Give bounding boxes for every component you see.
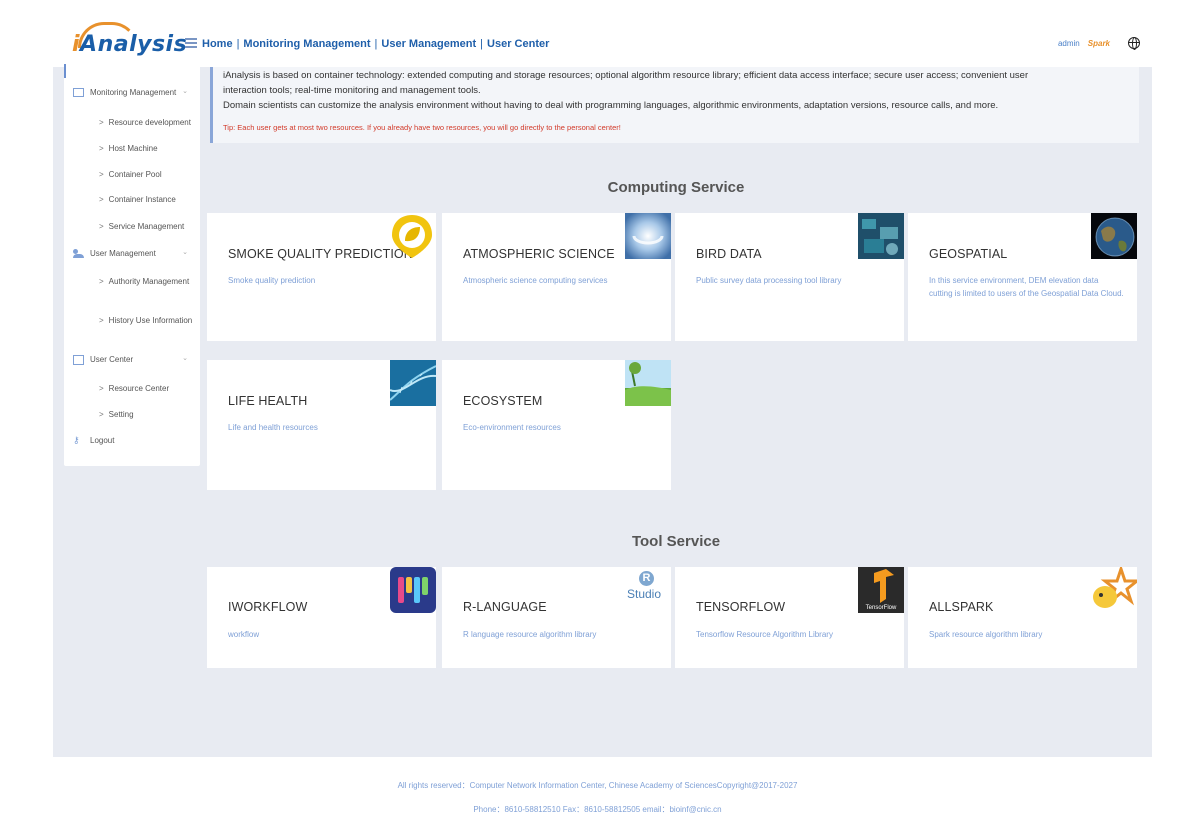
card-title: IWORKFLOW — [228, 600, 308, 614]
footer: All rights reserved：Computer Network Inf… — [0, 774, 1195, 822]
intro-tip: Tip: Each user gets at most two resource… — [223, 123, 621, 132]
sidebar-item-resource-center[interactable]: > Resource Center — [99, 382, 195, 395]
chevron-down-icon: ⌄ — [182, 249, 188, 256]
card-desc: Public survey data processing tool libra… — [696, 276, 842, 285]
service-card-ecosystem[interactable]: ECOSYSTEM Eco-environment resources — [442, 360, 671, 490]
card-title: LIFE HEALTH — [228, 394, 308, 408]
sidebar-item-history-use-information[interactable]: > History Use Information — [99, 314, 195, 327]
section-title-computing: Computing Service — [607, 179, 745, 196]
chevron-down-icon: ⌄ — [182, 355, 188, 362]
ianalysis-logo[interactable]: iAnalysis — [72, 22, 187, 66]
sidebar-item-setting[interactable]: > Setting — [99, 408, 195, 421]
rstudio-logo: R Studio — [625, 567, 671, 611]
card-title: ATMOSPHERIC SCIENCE — [463, 247, 615, 261]
card-desc: Smoke quality prediction — [228, 276, 316, 285]
nav-home[interactable]: Home — [202, 38, 233, 50]
nature-image — [625, 360, 671, 406]
user-name[interactable]: admin — [1058, 39, 1080, 48]
card-desc: In this service environment, DEM elevati… — [929, 276, 1124, 298]
sidebar-item-container-instance[interactable]: > Container Instance — [99, 193, 195, 206]
card-title: GEOSPATIAL — [929, 247, 1008, 261]
tool-card-tensorflow[interactable]: TENSORFLOW Tensorflow Resource Algorithm… — [675, 567, 904, 668]
card-desc: R language resource algorithm library — [463, 630, 597, 639]
leaf-pin-icon — [390, 213, 434, 259]
nav-user-management[interactable]: User Management — [381, 38, 476, 50]
iworkflow-app-icon — [390, 567, 436, 613]
card-title: ALLSPARK — [929, 600, 994, 614]
key-icon: ⚷ — [73, 435, 80, 445]
data-tech-image — [858, 213, 904, 259]
card-desc: workflow — [228, 630, 260, 639]
intro-panel: iAnalysis is based on container technolo… — [210, 67, 1139, 143]
card-title: R-LANGUAGE — [463, 600, 547, 614]
intro-line-3: Domain scientists can customize the anal… — [223, 100, 999, 111]
globe-icon[interactable] — [1128, 37, 1140, 50]
service-card-atmospheric-science[interactable]: ATMOSPHERIC SCIENCE Atmospheric science … — [442, 213, 671, 341]
top-header: iAnalysis Home | Monitoring Management | U… — [0, 0, 1195, 67]
card-title: TENSORFLOW — [696, 600, 786, 614]
logo-text: iAnalysis — [72, 32, 188, 57]
card-title: BIRD DATA — [696, 247, 762, 261]
top-nav: Home | Monitoring Management | User Manage… — [202, 38, 550, 50]
grid-icon — [73, 88, 84, 97]
card-desc: Atmospheric science computing services — [463, 276, 608, 285]
spark-logo: Spark — [1087, 38, 1110, 48]
sidebar: Monitoring Management ⌄ > Resource develo… — [64, 62, 200, 466]
tensorflow-logo: TensorFlow — [858, 567, 904, 613]
footer-copyright: All rights reserved：Computer Network Inf… — [397, 781, 798, 790]
rstudio-text: Studio — [627, 587, 662, 601]
card-desc: Tensorflow Resource Algorithm Library — [696, 630, 833, 639]
service-card-smoke-quality[interactable]: SMOKE QUALITY PREDICTION Smoke quality p… — [207, 213, 436, 341]
card-desc: Eco-environment resources — [463, 423, 561, 432]
calendar-icon — [73, 355, 84, 365]
rstudio-r-icon: R — [639, 571, 654, 586]
intro-line-2: interaction tools; real-time monitoring … — [223, 85, 481, 96]
hurricane-image — [625, 213, 671, 259]
nav-user-center[interactable]: User Center — [487, 38, 549, 50]
sidebar-item-service-management[interactable]: > Service Management — [99, 220, 195, 233]
tool-card-r-language[interactable]: R-LANGUAGE R language resource algorithm… — [442, 567, 671, 668]
sidebar-active-marker — [64, 64, 66, 78]
card-title: SMOKE QUALITY PREDICTION — [228, 247, 413, 261]
card-desc: Spark resource algorithm library — [929, 630, 1043, 639]
service-card-bird-data[interactable]: BIRD DATA Public survey data processing … — [675, 213, 904, 341]
tensorflow-label: TensorFlow — [865, 605, 897, 611]
earth-image — [1091, 213, 1137, 259]
service-card-life-health[interactable]: LIFE HEALTH Life and health resources — [207, 360, 436, 490]
menu-icon[interactable] — [185, 38, 197, 48]
sidebar-item-container-pool[interactable]: > Container Pool — [99, 168, 195, 181]
spark-elephant-icon — [1091, 567, 1137, 613]
service-card-geospatial[interactable]: GEOSPATIAL In this service environment, … — [908, 213, 1137, 341]
tool-card-allspark[interactable]: ALLSPARK Spark resource algorithm librar… — [908, 567, 1137, 668]
chevron-down-icon: ⌄ — [182, 88, 188, 95]
footer-contact: Phone：8610-58812510 Fax：8610-58812505 em… — [473, 805, 722, 814]
tool-card-iworkflow[interactable]: IWORKFLOW workflow — [207, 567, 436, 668]
card-title: ECOSYSTEM — [463, 394, 543, 408]
section-title-tools: Tool Service — [631, 533, 721, 550]
sidebar-item-host-machine[interactable]: > Host Machine — [99, 142, 195, 155]
card-desc: Life and health resources — [228, 423, 318, 432]
sidebar-item-authority-management[interactable]: > Authority Management — [99, 275, 195, 288]
users-icon — [73, 249, 84, 258]
header-right: admin Spark — [1058, 37, 1140, 50]
nav-monitoring-management[interactable]: Monitoring Management — [243, 38, 370, 50]
dna-image — [390, 360, 436, 406]
intro-line-1: iAnalysis is based on container technolo… — [223, 70, 1029, 81]
sidebar-item-resource-development[interactable]: > Resource development — [99, 116, 195, 129]
